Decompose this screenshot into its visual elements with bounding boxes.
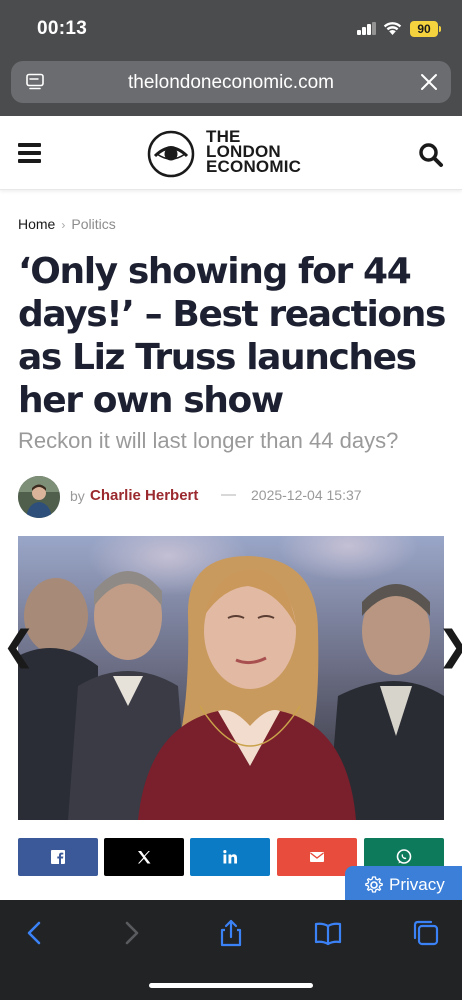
bookmarks-icon[interactable] (313, 918, 343, 948)
byline-dash: — (221, 486, 236, 503)
article-headline: ‘Only showing for 44 days!’ – Best react… (18, 251, 446, 421)
author-name[interactable]: Charlie Herbert (90, 487, 198, 504)
home-indicator (149, 983, 313, 988)
gallery-prev-button[interactable]: ❮ (2, 624, 36, 668)
site-header: THE LONDON ECONOMIC (0, 116, 462, 190)
hero-image[interactable] (18, 536, 444, 820)
forward-icon[interactable] (116, 918, 146, 948)
battery-indicator: 90 (410, 21, 441, 37)
cellular-signal-icon (357, 22, 377, 35)
url-text[interactable]: thelondoneconomic.com (11, 72, 451, 94)
article-byline: by Charlie Herbert — 2025-12-04 15:37 (18, 476, 448, 518)
menu-icon[interactable] (18, 143, 41, 163)
email-icon (310, 852, 324, 862)
browser-chrome-top: 00:13 90 thelondoneconomic.com (0, 0, 462, 116)
whatsapp-icon (396, 849, 412, 864)
share-icon[interactable] (216, 918, 246, 948)
wifi-icon (383, 22, 402, 35)
search-icon[interactable] (418, 142, 444, 168)
back-icon[interactable] (20, 918, 50, 948)
eye-logo-icon (147, 130, 195, 178)
tabs-icon[interactable] (411, 918, 441, 948)
site-logo[interactable]: THE LONDON ECONOMIC (147, 128, 317, 180)
privacy-label: Privacy (389, 875, 445, 894)
privacy-settings-button[interactable]: Privacy (345, 866, 462, 902)
close-icon[interactable] (419, 72, 439, 92)
status-time: 00:13 (37, 18, 88, 39)
article-date: 2025-12-04 15:37 (251, 487, 362, 503)
gallery-next-button[interactable]: ❯ (437, 624, 462, 668)
share-linkedin-button[interactable] (190, 838, 270, 876)
linkedin-icon (223, 850, 237, 864)
logo-line-economic: ECONOMIC (206, 157, 302, 176)
breadcrumb-home[interactable]: Home (18, 216, 55, 232)
address-bar[interactable]: thelondoneconomic.com (11, 61, 451, 103)
gear-icon (365, 876, 383, 893)
share-x-button[interactable] (104, 838, 184, 876)
chevron-right-icon: › (61, 218, 66, 232)
article-subheadline: Reckon it will last longer than 44 days? (18, 428, 399, 453)
status-bar: 00:13 90 (0, 0, 462, 58)
author-avatar[interactable] (18, 476, 60, 518)
x-icon (138, 851, 151, 864)
facebook-icon (51, 850, 65, 864)
breadcrumb: Home › Politics (18, 216, 116, 232)
logo-wordmark: THE LONDON ECONOMIC (206, 128, 302, 176)
breadcrumb-category[interactable]: Politics (71, 216, 115, 232)
byline-prefix: by (70, 488, 85, 504)
share-facebook-button[interactable] (18, 838, 98, 876)
